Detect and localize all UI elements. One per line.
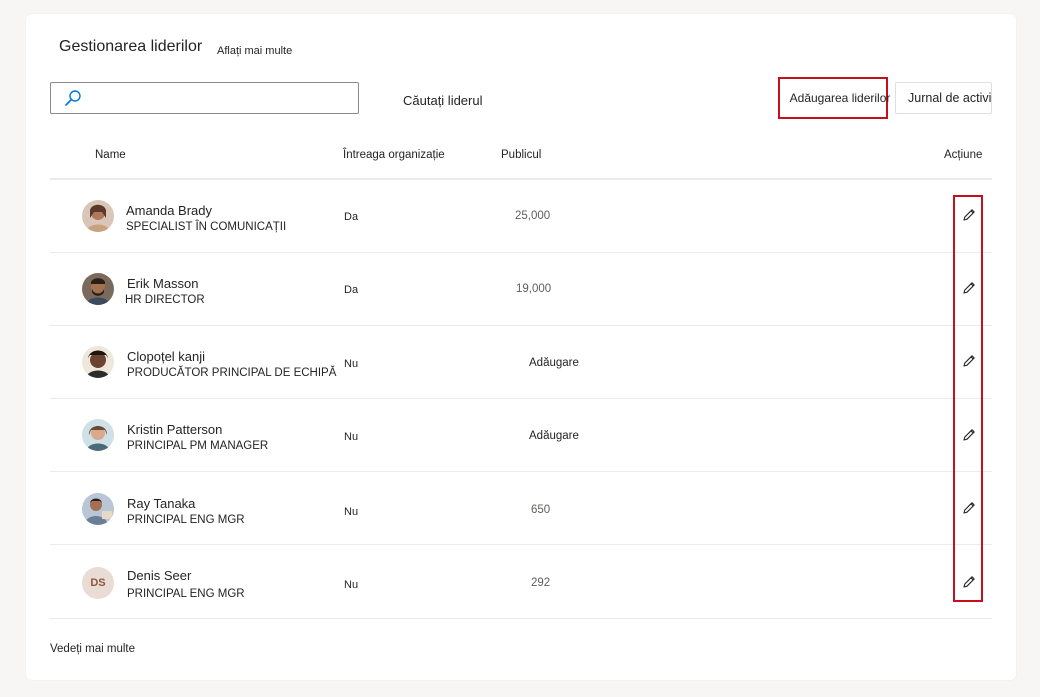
search-input[interactable] bbox=[85, 84, 345, 112]
leader-name: Denis Seer bbox=[127, 568, 192, 583]
page-title: Gestionarea liderilor bbox=[59, 38, 203, 55]
org-wide-value: Da bbox=[344, 284, 359, 296]
column-header-actions: Acțiune bbox=[944, 149, 983, 161]
audience-add-link[interactable]: Adăugare bbox=[529, 357, 579, 369]
learn-more-link[interactable]: Aflați mai multe bbox=[217, 45, 292, 57]
leader-name: Erik Masson bbox=[127, 276, 199, 291]
audience-value: 25,000 bbox=[515, 210, 551, 222]
edit-button[interactable] bbox=[959, 351, 979, 371]
leader-name: Amanda Brady bbox=[126, 203, 212, 218]
pencil-icon bbox=[963, 282, 975, 294]
edit-button[interactable] bbox=[959, 572, 979, 592]
table-row: Erik Masson HR DIRECTOR Da 19,000 bbox=[50, 253, 992, 326]
org-wide-value: Nu bbox=[344, 431, 359, 443]
audience-value: 19,000 bbox=[516, 283, 552, 295]
activity-log-button[interactable]: Jurnal de activitate bbox=[895, 82, 992, 114]
edit-button[interactable] bbox=[959, 205, 979, 225]
audience-value: 292 bbox=[531, 577, 551, 589]
avatar bbox=[82, 346, 114, 378]
search-icon bbox=[65, 90, 81, 106]
avatar bbox=[82, 273, 114, 305]
column-header-org[interactable]: Întreaga organizație bbox=[343, 149, 445, 161]
table-row: Ray Tanaka PRINCIPAL ENG MGR Nu 650 bbox=[50, 472, 992, 545]
search-input-box[interactable] bbox=[50, 82, 359, 114]
edit-button[interactable] bbox=[959, 425, 979, 445]
leader-name: Ray Tanaka bbox=[127, 496, 196, 511]
column-header-name[interactable]: Name bbox=[95, 149, 126, 161]
add-leaders-label: Adăugarea liderilor bbox=[789, 91, 891, 105]
column-header-audience[interactable]: Publicul bbox=[501, 149, 541, 161]
search-label: Căutați liderul bbox=[403, 93, 483, 108]
org-wide-value: Da bbox=[344, 211, 359, 223]
table-row: Amanda Brady SPECIALIST ÎN COMUNICAȚII D… bbox=[50, 180, 992, 253]
leader-role: SPECIALIST ÎN COMUNICAȚII bbox=[126, 221, 287, 233]
pencil-icon bbox=[963, 576, 975, 588]
table-row: Kristin Patterson PRINCIPAL PM MANAGER N… bbox=[50, 399, 992, 472]
avatar bbox=[82, 493, 114, 525]
org-wide-value: Nu bbox=[344, 506, 359, 518]
leader-name: Kristin Patterson bbox=[127, 422, 223, 437]
leader-role: PRODUCĂTOR PRINCIPAL DE ECHIPĂ bbox=[127, 367, 337, 379]
pencil-icon bbox=[963, 355, 975, 367]
pencil-icon bbox=[963, 429, 975, 441]
leader-role: HR DIRECTOR bbox=[125, 294, 205, 306]
leader-role: PRINCIPAL ENG MGR bbox=[127, 514, 245, 526]
leader-role: PRINCIPAL PM MANAGER bbox=[127, 440, 269, 452]
edit-button[interactable] bbox=[959, 278, 979, 298]
pencil-icon bbox=[963, 209, 975, 221]
table-row: Clopoțel kanji PRODUCĂTOR PRINCIPAL DE E… bbox=[50, 326, 992, 399]
audience-add-link[interactable]: Adăugare bbox=[529, 430, 579, 442]
edit-button[interactable] bbox=[959, 498, 979, 518]
pencil-icon bbox=[963, 502, 975, 514]
org-wide-value: Nu bbox=[344, 358, 359, 370]
avatar bbox=[82, 200, 114, 232]
table-row: DS Denis Seer PRINCIPAL ENG MGR Nu 292 bbox=[50, 546, 992, 619]
audience-value: 650 bbox=[531, 504, 551, 516]
org-wide-value: Nu bbox=[344, 579, 359, 591]
add-leaders-button[interactable]: Adăugarea liderilor bbox=[778, 77, 891, 119]
avatar-initials: DS bbox=[82, 567, 114, 599]
leader-name: Clopoțel kanji bbox=[127, 349, 206, 364]
leader-role: PRINCIPAL ENG MGR bbox=[127, 588, 245, 600]
avatar bbox=[82, 419, 114, 451]
see-more-link[interactable]: Vedeți mai multe bbox=[50, 643, 135, 655]
